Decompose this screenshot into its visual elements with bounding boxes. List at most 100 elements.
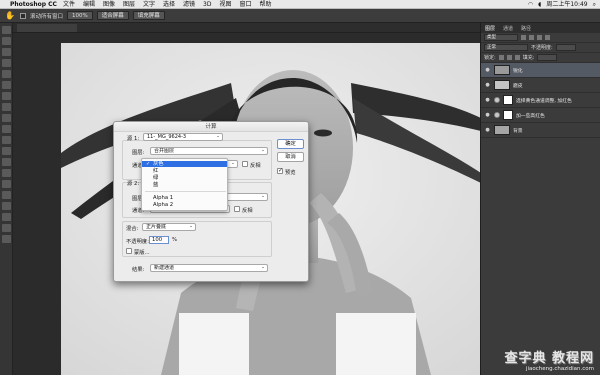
layer-filter-select[interactable]: 类型: [484, 34, 518, 41]
volume-icon[interactable]: ◖: [538, 0, 541, 9]
menu-help[interactable]: 帮助: [260, 0, 272, 9]
layer1-value: 合并图层: [154, 148, 175, 154]
fill-field[interactable]: [537, 54, 558, 61]
hand-tool-icon[interactable]: [2, 224, 11, 232]
filter-shape-icon[interactable]: [545, 35, 550, 40]
blend-mode-select[interactable]: 正常: [484, 44, 528, 51]
eyedropper-tool-icon[interactable]: [2, 81, 11, 89]
history-brush-tool-icon[interactable]: [2, 125, 11, 133]
tab-paths[interactable]: 路径: [521, 25, 531, 32]
menu-item-green[interactable]: 绿: [142, 175, 227, 181]
blend-select[interactable]: 正片叠底 ⌄: [142, 223, 196, 231]
source1-select[interactable]: 11-_MG_9624-3 ⌄: [143, 133, 223, 141]
ok-button[interactable]: 确定: [277, 139, 304, 149]
blur-tool-icon[interactable]: [2, 158, 11, 166]
result-select[interactable]: 新建通道 ⌄: [150, 264, 268, 272]
scroll-all-windows-checkbox[interactable]: [20, 12, 26, 19]
brush-tool-icon[interactable]: [2, 103, 11, 111]
search-icon[interactable]: ⌕: [593, 0, 596, 9]
menu-item-alpha2[interactable]: Alpha 2: [142, 202, 227, 208]
menu-item-blue[interactable]: 蓝: [142, 182, 227, 188]
menu-item-gray[interactable]: ✓ 灰色: [142, 161, 227, 167]
filter-type-icon[interactable]: [537, 35, 542, 40]
invert1-checkbox[interactable]: [242, 161, 248, 167]
menu-view[interactable]: 视图: [219, 0, 231, 9]
eye-icon[interactable]: ●: [484, 67, 491, 73]
mask-checkbox[interactable]: [126, 248, 132, 254]
preview-checkbox[interactable]: [277, 167, 283, 174]
watermark-brand: 查字典 教程网: [504, 351, 594, 366]
filter-pixel-icon[interactable]: [521, 35, 526, 40]
crop-tool-icon[interactable]: [2, 70, 11, 78]
photoshop-window: Photoshop CC 文件 编辑 图像 图层 文字 选择 滤镜 3D 视图 …: [0, 0, 600, 375]
fill-screen-button[interactable]: 填充屏幕: [132, 11, 165, 20]
layer-row[interactable]: ● 锐化: [481, 63, 600, 78]
path-select-tool-icon[interactable]: [2, 202, 11, 210]
menu-type[interactable]: 文字: [143, 0, 155, 9]
menu-filter[interactable]: 滤镜: [183, 0, 195, 9]
lock-position-icon[interactable]: [506, 55, 512, 60]
blend-row: 正常 不透明度:: [481, 43, 600, 53]
channel-dropdown-menu: ✓ 灰色 红 绿 蓝 Alpha 1 Alpha 2: [141, 158, 228, 211]
opacity-input[interactable]: 100: [149, 236, 169, 244]
zoom-100-button[interactable]: 100%: [67, 11, 93, 20]
menu-file[interactable]: 文件: [63, 0, 75, 9]
document-tab[interactable]: [17, 24, 77, 32]
menu-item-label: 红: [153, 168, 159, 174]
menu-edit[interactable]: 编辑: [83, 0, 95, 9]
stamp-tool-icon[interactable]: [2, 114, 11, 122]
menu-item-red[interactable]: 红: [142, 168, 227, 174]
menubar-status: ◠ ◖ 周二上午10:49 ⌕: [528, 0, 596, 9]
menu-window[interactable]: 窗口: [240, 0, 252, 9]
eye-icon[interactable]: ●: [484, 127, 491, 133]
result-label: 结果:: [132, 267, 145, 273]
chevron-down-icon: ⌄: [189, 224, 193, 229]
tab-channels[interactable]: 通道: [503, 25, 513, 32]
layer-thumbnail: [494, 80, 510, 90]
wifi-icon[interactable]: ◠: [528, 0, 533, 9]
options-bar: ✋ 滚动所有窗口 100% 适合屏幕 填充屏幕: [0, 9, 600, 23]
quick-select-tool-icon[interactable]: [2, 59, 11, 67]
cancel-button[interactable]: 取消: [277, 152, 304, 162]
fit-screen-button[interactable]: 适合屏幕: [96, 11, 129, 20]
type-tool-icon[interactable]: [2, 191, 11, 199]
eye-icon[interactable]: ●: [484, 97, 491, 103]
app-menu[interactable]: Photoshop CC: [10, 0, 57, 9]
layer-name: 加一些高红色: [516, 113, 545, 119]
eye-icon[interactable]: ●: [484, 112, 491, 118]
blend-label: 混合:: [126, 226, 139, 232]
lock-all-icon[interactable]: [514, 55, 520, 60]
filter-adjust-icon[interactable]: [529, 35, 534, 40]
menu-3d[interactable]: 3D: [203, 0, 211, 9]
eye-icon[interactable]: ●: [484, 82, 491, 88]
healing-tool-icon[interactable]: [2, 92, 11, 100]
zoom-tool-icon[interactable]: [2, 235, 11, 243]
layer-row[interactable]: ● 磨皮: [481, 78, 600, 93]
chevron-down-icon: ⌄: [261, 265, 265, 270]
dodge-tool-icon[interactable]: [2, 169, 11, 177]
tab-layers[interactable]: 图层: [485, 25, 495, 32]
menu-select[interactable]: 选择: [163, 0, 175, 9]
layers-panel: 图层 通道 路径 类型 正常 不透明度: 锁定: 填充: ● 锐化 ● 磨皮 ●…: [480, 23, 600, 375]
menu-layer[interactable]: 图层: [123, 0, 135, 9]
marquee-tool-icon[interactable]: [2, 37, 11, 45]
pen-tool-icon[interactable]: [2, 180, 11, 188]
layer-row[interactable]: ● 选择黄色通道调整, 加红色: [481, 93, 600, 108]
layer1-select[interactable]: 合并图层 ⌄: [150, 147, 268, 155]
menu-item-alpha1[interactable]: Alpha 1: [142, 195, 227, 201]
menu-image[interactable]: 图像: [103, 0, 115, 9]
clock[interactable]: 周二上午10:49: [546, 0, 587, 9]
lock-pixels-icon[interactable]: [498, 55, 504, 60]
move-tool-icon[interactable]: [2, 26, 11, 34]
invert2-checkbox[interactable]: [234, 206, 240, 212]
layer-row[interactable]: ● 加一些高红色: [481, 108, 600, 123]
layer-row[interactable]: ● 背景: [481, 123, 600, 138]
check-icon: ✓: [146, 161, 151, 167]
opacity-field[interactable]: [555, 44, 576, 51]
lasso-tool-icon[interactable]: [2, 48, 11, 56]
hand-tool-icon[interactable]: ✋: [4, 11, 16, 21]
shape-tool-icon[interactable]: [2, 213, 11, 221]
eraser-tool-icon[interactable]: [2, 136, 11, 144]
source1-value: 11-_MG_9624-3: [147, 134, 187, 140]
gradient-tool-icon[interactable]: [2, 147, 11, 155]
